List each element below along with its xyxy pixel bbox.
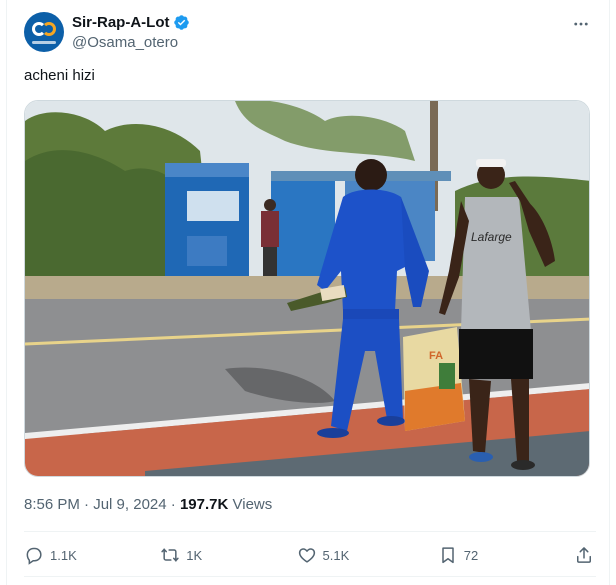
bookmark-button[interactable]: 72 [438, 545, 548, 565]
author-names: Sir-Rap-A-Lot @Osama_otero [72, 13, 190, 52]
more-options-button[interactable] [570, 14, 592, 34]
tweet-text: acheni hizi [24, 67, 95, 84]
like-button[interactable]: 5.1K [297, 545, 412, 565]
bookmark-count: 72 [463, 547, 479, 563]
reply-icon [26, 547, 42, 565]
divider-bottom [24, 576, 596, 577]
share-button[interactable] [574, 545, 594, 565]
meta-separator-2: · [170, 496, 176, 513]
verified-badge-icon [173, 14, 189, 30]
like-count: 5.1K [322, 547, 350, 563]
vest-lafarge-text: Lafarge [471, 230, 512, 244]
logo-avatar-tagline [32, 41, 56, 44]
author-avatar[interactable] [24, 12, 64, 52]
tweet-meta: 8:56 PM · Jul 9, 2024 · 197.7K Views [24, 495, 272, 515]
tweet-time[interactable]: 8:56 PM [24, 496, 80, 513]
repost-button[interactable]: 1K [160, 545, 270, 565]
more-dots-icon [574, 22, 588, 26]
tweet-header: Sir-Rap-A-Lot @Osama_otero [24, 8, 596, 56]
repost-count: 1K [186, 547, 203, 563]
svg-text:FA: FA [429, 350, 443, 362]
photo-scene: FA Lafarge [25, 101, 589, 476]
bookmark-icon [442, 547, 454, 564]
views-label: Views [232, 496, 273, 513]
author-display-name[interactable]: Sir-Rap-A-Lot [72, 13, 170, 32]
views-count: 197.7K [179, 496, 229, 513]
repost-icon [161, 548, 179, 562]
logo-avatar-icon-accent [42, 22, 56, 36]
tweet-photo[interactable]: FA Lafarge [24, 100, 590, 477]
tweet-date[interactable]: Jul 9, 2024 [93, 496, 166, 513]
author-handle[interactable]: @Osama_otero [72, 33, 190, 52]
tweet-actions: 1.1K 1K 5.1K 72 [24, 541, 594, 569]
meta-separator-1: · [84, 496, 90, 513]
reply-button[interactable]: 1.1K [24, 545, 134, 565]
share-icon [577, 547, 591, 563]
reply-count: 1.1K [50, 547, 77, 563]
divider-top [24, 531, 596, 532]
heart-icon [298, 548, 315, 563]
